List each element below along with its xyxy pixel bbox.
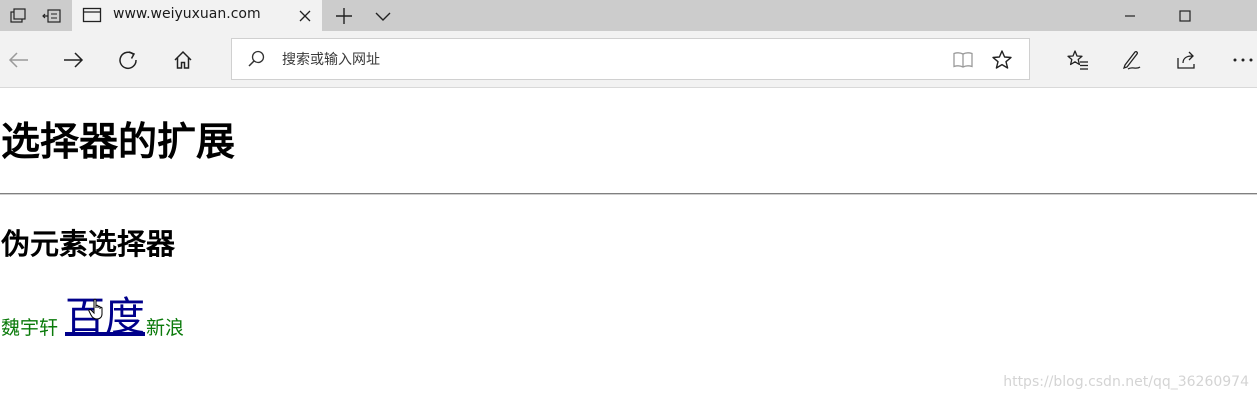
tab-title: www.weiyuxuan.com [113, 6, 261, 22]
close-icon[interactable] [294, 5, 316, 27]
page-favicon-icon [82, 5, 102, 25]
page-heading: 选择器的扩展 [1, 120, 236, 165]
home-icon[interactable] [166, 43, 200, 77]
refresh-icon[interactable] [111, 43, 145, 77]
set-aside-tabs-icon[interactable] [34, 0, 70, 31]
page-content: 选择器的扩展 伪元素选择器 魏宇轩 百度 新浪 https://blog.csd… [0, 88, 1257, 403]
link-weiyuxuan[interactable]: 魏宇轩 [1, 316, 58, 340]
chevron-down-icon[interactable] [365, 0, 401, 31]
hand-cursor-icon [88, 298, 106, 322]
search-icon [246, 49, 266, 69]
address-bar[interactable] [231, 38, 1030, 80]
plus-icon[interactable] [326, 0, 362, 31]
more-dots-icon[interactable] [1226, 43, 1257, 77]
watermark: https://blog.csdn.net/qq_36260974 [1003, 374, 1249, 390]
favorites-list-icon[interactable] [1061, 43, 1095, 77]
back-arrow-icon[interactable] [2, 43, 36, 77]
tab-strip: www.weiyuxuan.com [0, 0, 1257, 31]
book-icon[interactable] [950, 47, 976, 73]
forward-arrow-icon[interactable] [56, 43, 90, 77]
section-heading: 伪元素选择器 [1, 227, 176, 261]
minimize-icon[interactable] [1107, 0, 1153, 31]
browser-tab[interactable]: www.weiyuxuan.com [72, 0, 322, 31]
address-input[interactable] [280, 47, 924, 73]
pen-icon[interactable] [1115, 43, 1149, 77]
tab-actions-icon[interactable] [0, 0, 36, 31]
share-icon[interactable] [1170, 43, 1204, 77]
horizontal-rule [0, 193, 1257, 195]
maximize-icon[interactable] [1162, 0, 1208, 31]
link-sina[interactable]: 新浪 [146, 316, 184, 340]
star-icon[interactable] [989, 47, 1015, 73]
navigation-bar [0, 31, 1257, 88]
